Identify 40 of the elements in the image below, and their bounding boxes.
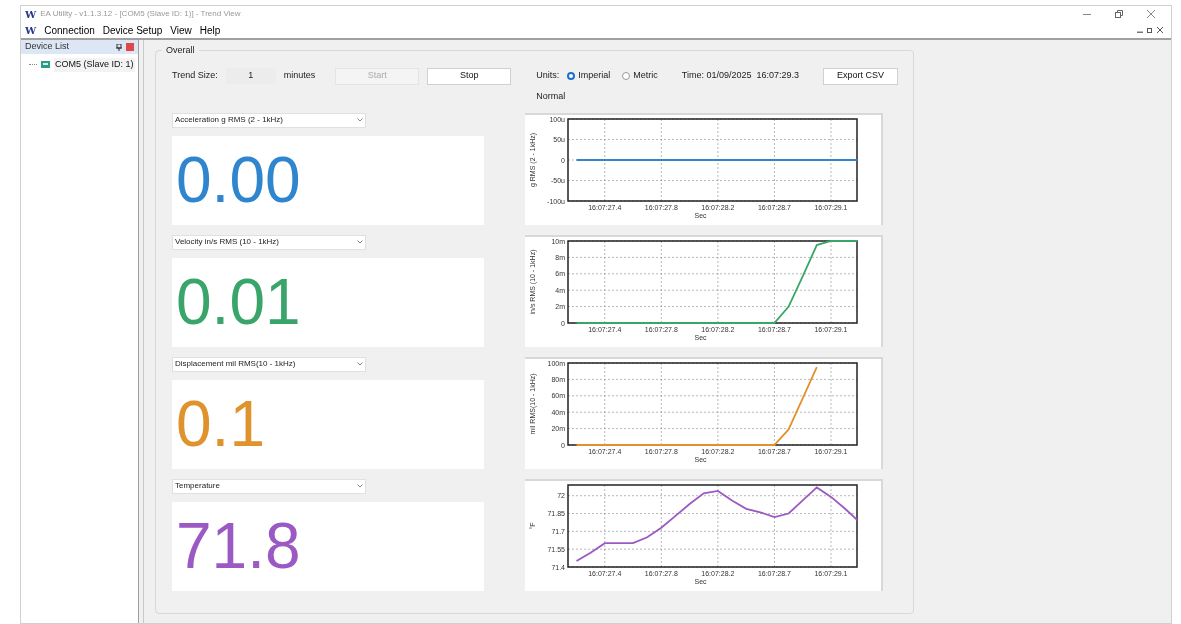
panel-title: Device List [25,40,69,54]
caret-icon [357,240,363,244]
trend-size-label: Trend Size: [172,69,218,83]
radio-label[interactable]: Metric [633,69,658,83]
caret-icon [357,362,363,366]
device-item[interactable]: COM5 (Slave ID: 1) [54,58,135,72]
menu-item[interactable]: Connection [44,22,95,38]
reading-value: 0.00 [176,148,301,212]
restore-icon[interactable] [1147,27,1153,33]
caret-icon [357,484,363,488]
menu-item[interactable]: Device Setup [102,22,163,38]
close-icon[interactable] [1157,27,1163,33]
radio-button[interactable] [567,72,576,80]
caret-icon [357,118,363,122]
reading-value: 0.1 [176,392,265,456]
window-title: EA Utility - v1.1.3.12 - [COM5 (Slave ID: 1)] - Trend View [40,8,241,20]
export-csv-button[interactable]: Export CSV [823,67,898,85]
time-readout: Time: 01/09/2025 16:07:29.3 [681,69,799,83]
device-icon [41,61,50,69]
measure-dropdown[interactable]: Velocity in/s RMS (10 - 1kHz) [172,234,366,250]
measure-dropdown[interactable]: Temperature [172,478,366,494]
close-icon[interactable] [1147,10,1155,18]
trend-size-unit: minutes [283,69,316,83]
measure-dropdown[interactable]: Displacement mil RMS(10 - 1kHz) [172,356,366,372]
status-text: Normal [536,90,567,103]
minimize-icon[interactable] [1083,13,1091,15]
trend-size-field[interactable]: 1 [225,68,276,84]
units-label: Units: [536,69,560,83]
menu-item[interactable]: Help [199,22,221,38]
radio-label[interactable]: Imperial [578,69,611,83]
stop-button[interactable]: Stop [427,67,512,85]
menu-item[interactable]: View [170,22,192,38]
measure-dropdown[interactable]: Acceleration g RMS (2 - 1kHz) [172,112,366,128]
app-logo: W [25,23,37,38]
radio-button[interactable] [622,72,631,80]
reading-value: 71.8 [176,514,301,578]
app-logo: W [25,7,37,22]
restore-icon[interactable] [1115,10,1123,18]
pin-icon[interactable] [116,43,122,51]
reading-value: 0.01 [176,270,301,334]
